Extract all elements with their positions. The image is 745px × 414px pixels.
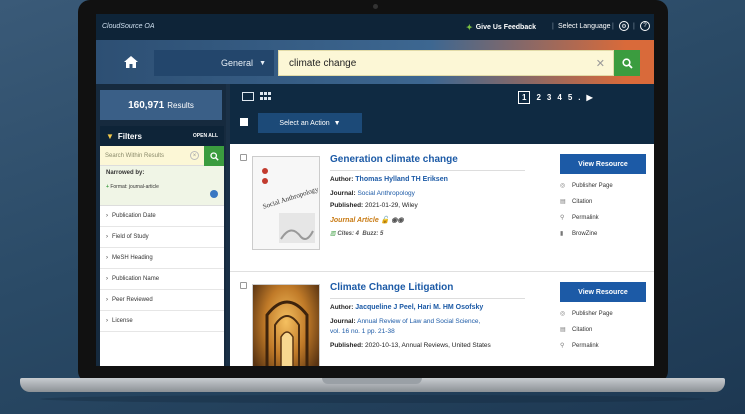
filter-publication-name[interactable]: › Publication Name	[100, 269, 224, 290]
page-5[interactable]: 5	[568, 93, 572, 102]
open-access-icon: 🔓	[380, 217, 390, 224]
settings-icon[interactable]: ⚙	[619, 21, 629, 31]
journal-cover-image: Social Anthropology	[253, 157, 319, 249]
publisher-page-link[interactable]: ◎ Publisher Page	[560, 182, 613, 190]
result-published: Published: 2021-01-29, Wiley	[330, 202, 418, 209]
citation-link[interactable]: ▤ Citation	[560, 326, 592, 334]
result-item: Social Anthropology Generation climate c…	[230, 144, 654, 272]
result-author: Author: Jacqueline J Peel, Hari M. HM Os…	[330, 304, 484, 311]
page-4[interactable]: 4	[557, 93, 561, 102]
megaphone-icon: ✦	[466, 23, 473, 32]
result-title-link[interactable]: Generation climate change	[330, 154, 458, 165]
select-language-link[interactable]: Select Language	[558, 23, 611, 30]
result-title-link[interactable]: Climate Change Litigation	[330, 282, 453, 293]
result-type: Journal Article 🔓 ◉◉	[330, 217, 404, 224]
narrowed-by: Narrowed by: + Format: journal-article	[100, 166, 224, 206]
result-published: Published: 2020-10-13, Annual Reviews, U…	[330, 342, 491, 349]
permalink-link[interactable]: ⚲ Permalink	[560, 214, 599, 222]
publisher-page-link[interactable]: ◎ Publisher Page	[560, 310, 613, 318]
funnel-icon: ▼	[106, 131, 114, 141]
globe-icon: ◎	[560, 311, 566, 317]
view-resource-button[interactable]: View Resource	[560, 154, 646, 174]
book-icon: ▮	[560, 231, 564, 237]
result-journal-volume: vol. 16 no. 1 pp. 21-38	[330, 328, 395, 335]
next-page-icon[interactable]: ▶	[587, 93, 593, 102]
result-journal: Journal: Annual Review of Law and Social…	[330, 318, 481, 325]
view-resource-button[interactable]: View Resource	[560, 282, 646, 302]
result-checkbox[interactable]	[240, 154, 247, 161]
select-all-checkbox[interactable]	[240, 118, 248, 126]
clear-icon[interactable]: ×	[190, 151, 199, 160]
search-scope-dropdown[interactable]: General ▼	[154, 50, 274, 76]
result-item: Climate Change Litigation Author: Jacque…	[230, 272, 654, 366]
page-3[interactable]: 3	[547, 93, 551, 102]
active-filter-chip[interactable]: + Format: journal-article	[106, 184, 218, 190]
filter-mesh-heading[interactable]: › MeSH Heading	[100, 248, 224, 269]
pagination: 1 2 3 4 5 . ▶	[518, 91, 593, 104]
search-icon	[209, 151, 219, 161]
search-button[interactable]	[614, 50, 640, 76]
quote-icon: ▤	[560, 199, 566, 205]
permalink-link[interactable]: ⚲ Permalink	[560, 342, 599, 350]
search-icon	[621, 57, 633, 69]
search-input[interactable]: climate change ✕	[278, 50, 614, 76]
laptop-notch	[322, 378, 422, 384]
link-icon: ⚲	[560, 343, 565, 349]
filter-search-button[interactable]	[204, 146, 224, 166]
clear-icon[interactable]: ✕	[596, 57, 605, 70]
grid-view-icon[interactable]	[260, 92, 272, 101]
app-screen: CloudSource OA ✦ Give Us Feedback | Selec…	[96, 14, 654, 366]
filters-header: ▼ Filters OPEN ALL	[100, 126, 224, 146]
feedback-link[interactable]: ✦ Give Us Feedback	[466, 23, 536, 32]
chart-icon: ▥	[330, 231, 336, 237]
app-logo: CloudSource OA	[102, 23, 155, 30]
browzine-link[interactable]: ▮ BrowZine	[560, 230, 597, 238]
open-all-button[interactable]: OPEN ALL	[193, 133, 218, 139]
license-icon: ◉◉	[391, 217, 404, 224]
result-metrics: ▥ Cites: 4 Buzz: 5	[330, 231, 384, 237]
filter-peer-reviewed[interactable]: › Peer Reviewed	[100, 290, 224, 311]
journal-cover-image	[265, 300, 309, 366]
citation-link[interactable]: ▤ Citation	[560, 198, 592, 206]
remove-filter-icon[interactable]	[210, 190, 218, 198]
filter-publication-date[interactable]: › Publication Date	[100, 206, 224, 227]
page-1[interactable]: 1	[518, 91, 531, 104]
chevron-down-icon: ▼	[259, 59, 266, 67]
left-panel: 160,971 Results ▼ Filters OPEN ALL Search…	[96, 84, 226, 366]
filter-field-of-study[interactable]: › Field of Study	[100, 227, 224, 248]
filter-search-input[interactable]: Search Within Results ×	[100, 146, 224, 166]
filter-license[interactable]: › License	[100, 311, 224, 332]
select-action-dropdown[interactable]: Select an Action ▼	[258, 113, 362, 133]
link-icon: ⚲	[560, 215, 565, 221]
search-row: General ▼ climate change ✕	[96, 40, 654, 84]
list-view-icon[interactable]	[242, 92, 254, 101]
quote-icon: ▤	[560, 327, 566, 333]
home-icon[interactable]	[124, 56, 138, 68]
filters-panel: ▼ Filters OPEN ALL Search Within Results…	[100, 126, 224, 366]
top-bar: CloudSource OA ✦ Give Us Feedback | Selec…	[96, 14, 654, 40]
result-journal: Journal: Social Anthropology	[330, 190, 415, 197]
result-checkbox[interactable]	[240, 282, 247, 289]
results-area: 1 2 3 4 5 . ▶ Select an Action ▼ Social A…	[230, 84, 654, 366]
help-icon[interactable]: ?	[640, 21, 650, 31]
cover-thumbnail[interactable]: Social Anthropology	[252, 156, 320, 250]
laptop-shadow	[40, 395, 705, 403]
page-2[interactable]: 2	[536, 93, 540, 102]
globe-icon: ◎	[560, 183, 566, 189]
page-ellipsis: .	[578, 93, 581, 102]
result-author: Author: Thomas Hylland TH Eriksen	[330, 176, 448, 183]
webcam	[373, 4, 378, 9]
results-toolbar: 1 2 3 4 5 . ▶ Select an Action ▼	[230, 84, 654, 144]
results-count: 160,971 Results	[100, 90, 222, 120]
chevron-down-icon: ▼	[333, 119, 341, 127]
cover-thumbnail[interactable]	[252, 284, 320, 366]
